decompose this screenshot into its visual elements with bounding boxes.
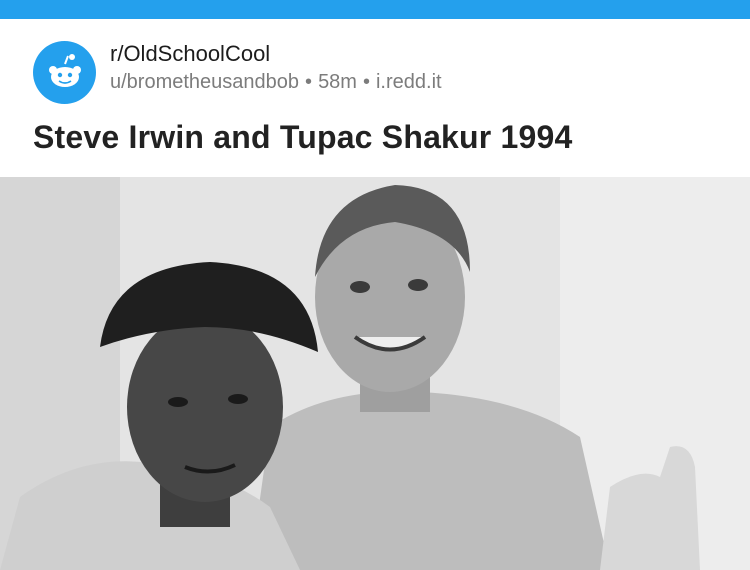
post-age: 58m [318,71,357,93]
domain-link[interactable]: i.redd.it [376,71,442,93]
separator-dot: • [305,71,313,93]
post-header: r/OldSchoolCool u/brometheusandbob • 58m • i… [0,19,750,177]
post-meta: u/brometheusandbob • 58m • i.redd.it [110,71,442,94]
separator-dot: • [362,71,370,93]
author-link[interactable]: u/brometheusandbob [110,71,299,93]
post-image[interactable] [0,177,750,570]
top-accent-bar [0,0,750,19]
reddit-alien-icon[interactable] [33,41,96,104]
subreddit-name[interactable]: r/OldSchoolCool [110,41,270,67]
post-title[interactable]: Steve Irwin and Tupac Shakur 1994 [33,119,573,156]
